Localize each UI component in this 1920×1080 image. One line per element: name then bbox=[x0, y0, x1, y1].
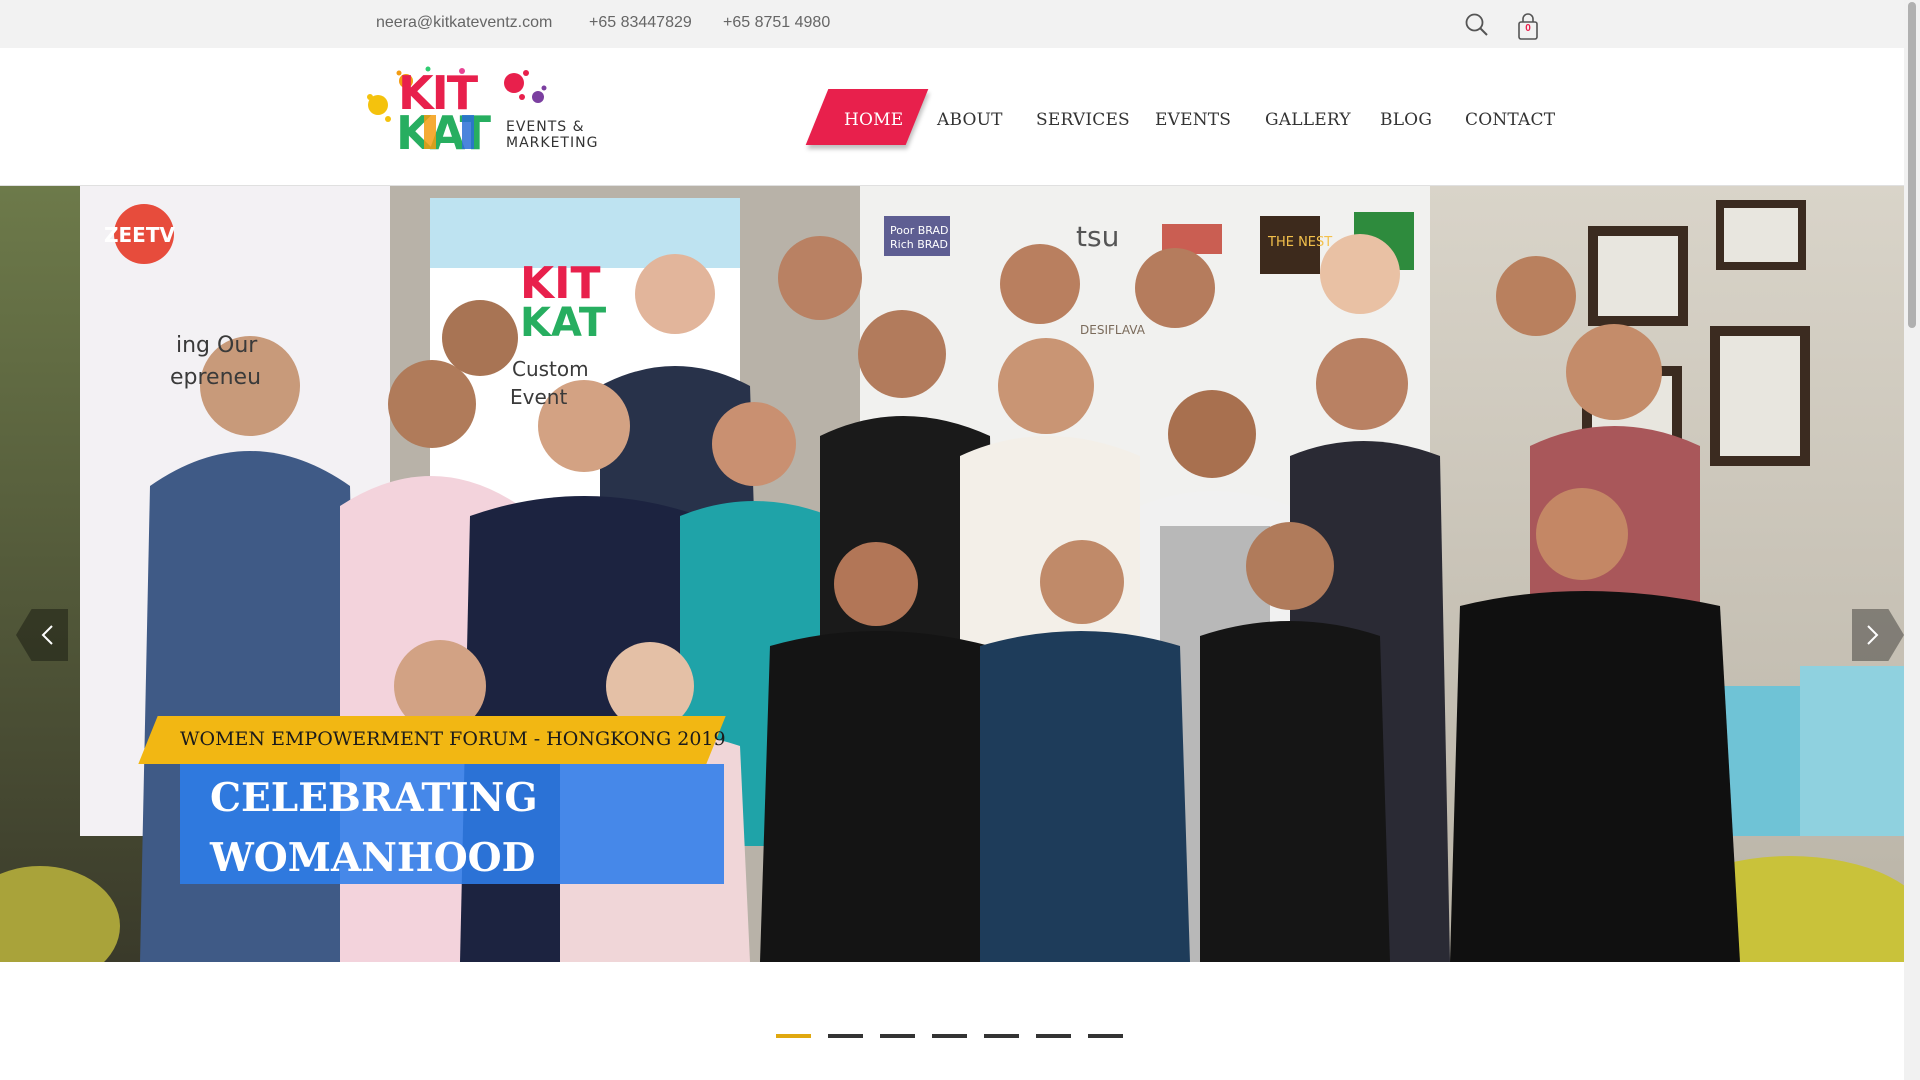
nav-home[interactable]: HOME bbox=[844, 110, 903, 130]
shopping-bag-icon[interactable]: 0 bbox=[1515, 13, 1541, 46]
backdrop-text-1: ing Our bbox=[176, 333, 258, 358]
banner-text-1: Custom bbox=[512, 357, 589, 381]
contact-phone-1[interactable]: +65 83447829 bbox=[589, 14, 692, 32]
chevron-right-icon bbox=[1867, 625, 1879, 645]
site-header: KIT KAT EVENTS & MARKETING HOME ABOUT SE… bbox=[0, 48, 1904, 186]
nav-events[interactable]: EVENTS bbox=[1155, 110, 1231, 130]
carousel-dot-2[interactable] bbox=[828, 1034, 863, 1038]
carousel-dot-6[interactable] bbox=[1036, 1034, 1071, 1038]
sponsor-text-1: Poor BRAD bbox=[890, 224, 948, 237]
sponsor-text-3: tsu bbox=[1076, 220, 1119, 253]
carousel-dot-1[interactable] bbox=[776, 1034, 811, 1038]
scrollbar-thumb[interactable] bbox=[1908, 2, 1916, 328]
search-icon[interactable] bbox=[1464, 12, 1490, 43]
main-nav: HOME ABOUT SERVICES EVENTS GALLERY BLOG … bbox=[0, 110, 1904, 150]
sponsor-text-5: DESIFLAVA bbox=[1080, 323, 1146, 337]
hero-slider: ZEETV ing Our epreneu Custom Event Poor … bbox=[0, 186, 1904, 962]
sponsor-text-2: Rich BRAD bbox=[890, 238, 948, 251]
slide-title: CELEBRATING WOMANHOOD bbox=[210, 775, 538, 881]
banner-text-2: Event bbox=[510, 385, 567, 409]
nav-services[interactable]: SERVICES bbox=[1036, 110, 1130, 130]
nav-gallery[interactable]: GALLERY bbox=[1265, 110, 1351, 130]
nav-about[interactable]: ABOUT bbox=[937, 110, 1003, 130]
banner-logo-kat: KAT bbox=[520, 300, 607, 346]
carousel-dot-5[interactable] bbox=[984, 1034, 1019, 1038]
top-contact-bar: neera@kitkateventz.com +65 83447829 +65 … bbox=[0, 0, 1904, 49]
page-scrollbar[interactable] bbox=[1904, 0, 1920, 1080]
slide-tag: WOMEN EMPOWERMENT FORUM - HONGKONG 2019 bbox=[180, 728, 726, 750]
nav-blog[interactable]: BLOG bbox=[1380, 110, 1432, 130]
contact-email[interactable]: neera@kitkateventz.com bbox=[376, 14, 552, 32]
zee-tv-text: ZEETV bbox=[104, 223, 175, 247]
contact-phone-2[interactable]: +65 8751 4980 bbox=[723, 14, 830, 32]
carousel-dot-4[interactable] bbox=[932, 1034, 967, 1038]
carousel-dot-3[interactable] bbox=[880, 1034, 915, 1038]
cart-count-badge: 0 bbox=[1525, 23, 1531, 34]
sponsor-text-4: THE NEST bbox=[1267, 235, 1332, 250]
backdrop-text-2: epreneu bbox=[170, 365, 261, 390]
chevron-left-icon bbox=[41, 625, 53, 645]
nav-contact[interactable]: CONTACT bbox=[1465, 110, 1555, 130]
carousel-dot-7[interactable] bbox=[1088, 1034, 1123, 1038]
